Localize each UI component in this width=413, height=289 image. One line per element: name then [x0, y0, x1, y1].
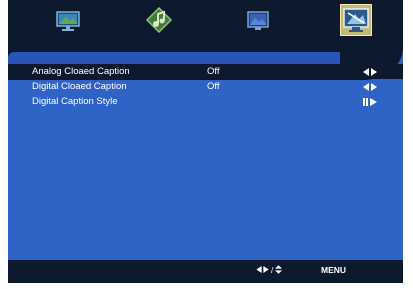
nav-separator: /: [271, 266, 274, 275]
bottom-bar: / MENU: [8, 260, 403, 283]
enter-arrow-icon[interactable]: [363, 98, 377, 106]
row-label: Digital Caption Style: [32, 96, 118, 107]
left-right-arrows-icon[interactable]: [363, 68, 377, 76]
left-right-nav-icon: [256, 266, 269, 275]
row-digital-caption-style[interactable]: Digital Caption Style: [8, 94, 403, 109]
tab-bar: [8, 0, 403, 44]
caption-screen-icon[interactable]: [340, 4, 372, 36]
row-digital-closed-caption[interactable]: Digital Cloaed Caption Off: [8, 79, 403, 94]
row-label: Digital Cloaed Caption: [32, 81, 127, 92]
monitor-icon[interactable]: [54, 6, 82, 34]
menu-button[interactable]: MENU: [321, 265, 346, 275]
audio-icon[interactable]: [145, 6, 173, 34]
row-value: Off: [207, 81, 220, 92]
up-down-nav-icon: [275, 265, 283, 276]
caption-settings-list: Analog Cloaed Caption Off Digital Cloaed…: [8, 64, 403, 109]
osd-menu: Analog Cloaed Caption Off Digital Cloaed…: [8, 0, 403, 283]
row-value: Off: [207, 66, 220, 77]
row-label: Analog Cloaed Caption: [32, 66, 130, 77]
tv-icon[interactable]: [244, 6, 272, 34]
row-analog-closed-caption[interactable]: Analog Cloaed Caption Off: [8, 64, 403, 79]
left-right-arrows-icon[interactable]: [363, 83, 377, 91]
navigation-hint: /: [256, 265, 283, 276]
